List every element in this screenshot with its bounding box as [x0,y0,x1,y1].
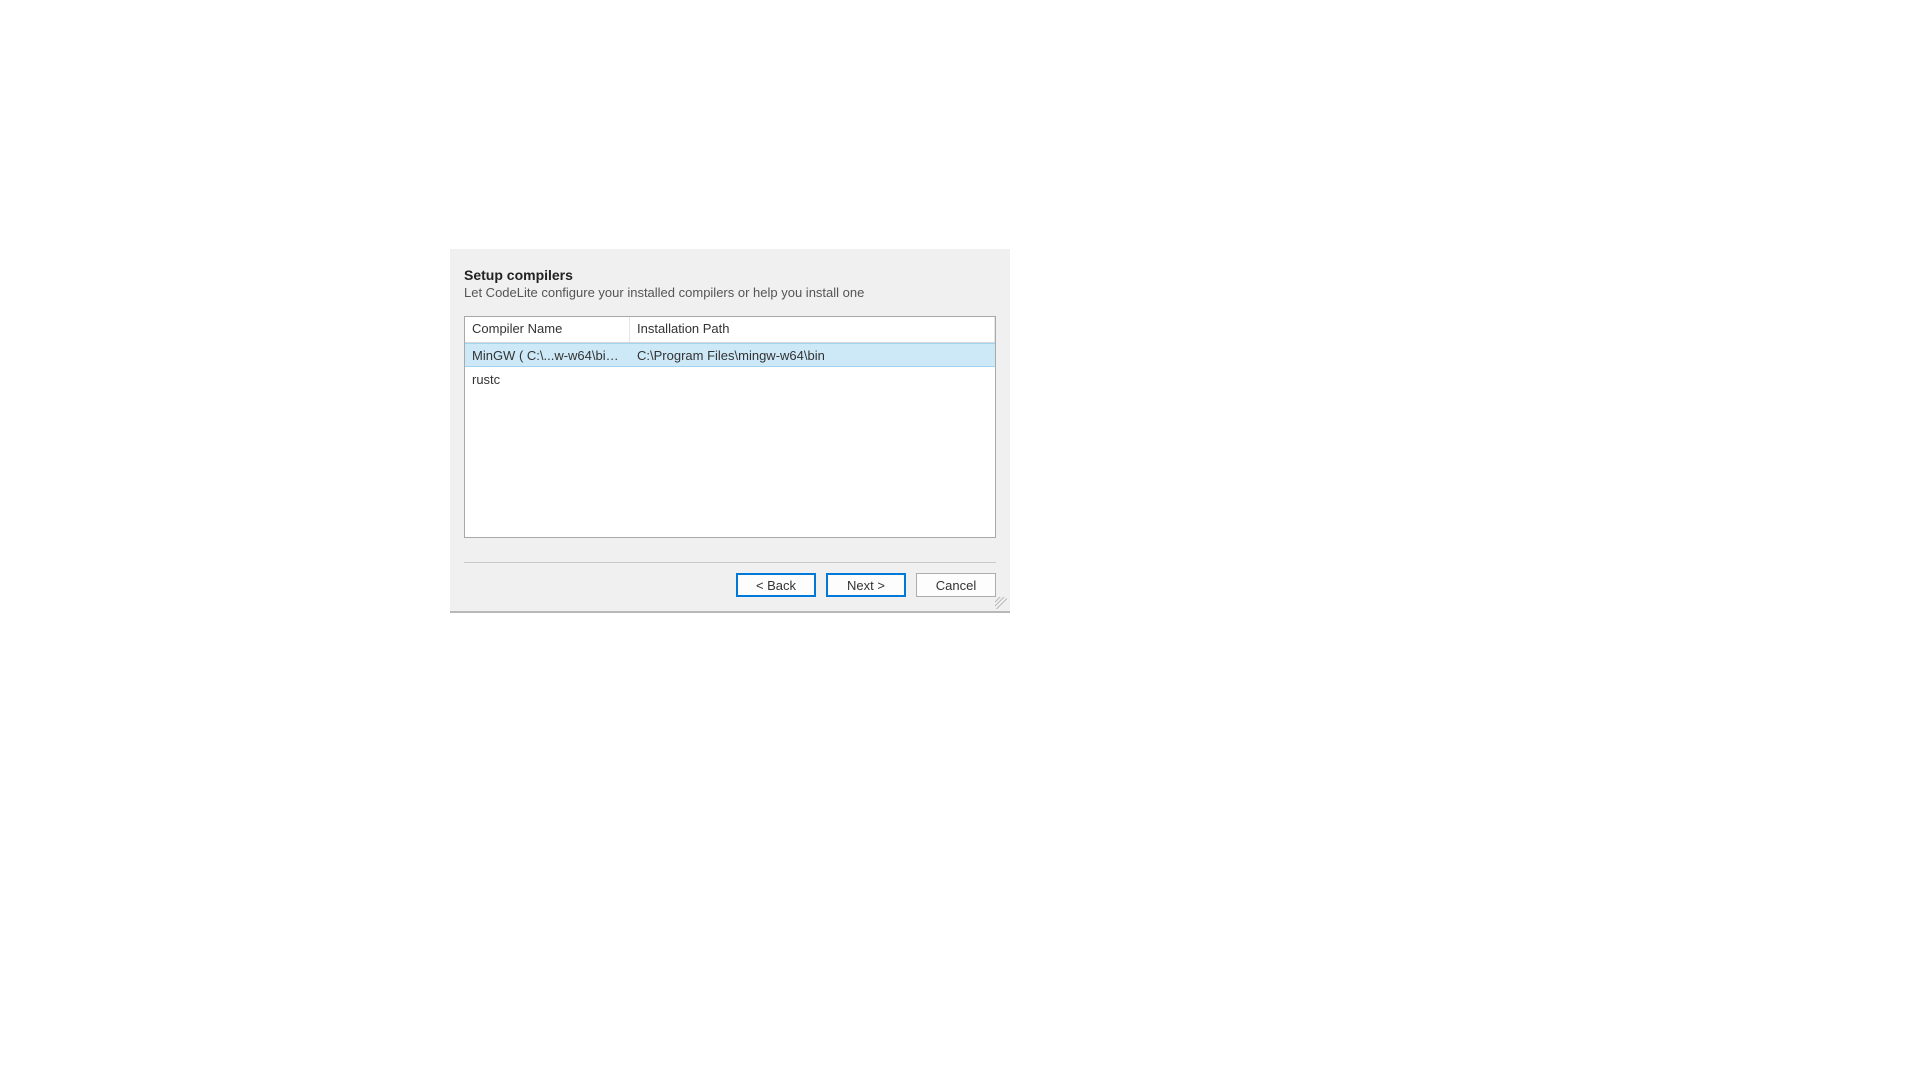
setup-compilers-dialog: Setup compilers Let CodeLite configure y… [450,249,1010,613]
resize-grip-icon[interactable] [995,597,1007,609]
dialog-title: Setup compilers [464,267,996,283]
table-row[interactable]: MinGW ( C:\...w-w64\bin\ ) C:\Program Fi… [465,343,995,367]
cell-compiler-name: rustc [465,369,630,390]
column-header-compiler-name[interactable]: Compiler Name [465,317,630,342]
separator [464,562,996,563]
table-row[interactable]: rustc [465,367,995,391]
cell-installation-path: C:\Program Files\mingw-w64\bin [630,345,995,366]
dialog-subtitle: Let CodeLite configure your installed co… [464,285,996,300]
back-button[interactable]: < Back [736,573,816,597]
next-button[interactable]: Next > [826,573,906,597]
column-header-installation-path[interactable]: Installation Path [630,317,995,342]
compilers-table: Compiler Name Installation Path MinGW ( … [464,316,996,538]
cell-compiler-name: MinGW ( C:\...w-w64\bin\ ) [465,345,630,366]
table-body: MinGW ( C:\...w-w64\bin\ ) C:\Program Fi… [465,343,995,537]
cancel-button[interactable]: Cancel [916,573,996,597]
table-header: Compiler Name Installation Path [465,317,995,343]
cell-installation-path [630,376,995,382]
wizard-button-row: < Back Next > Cancel [464,573,996,611]
